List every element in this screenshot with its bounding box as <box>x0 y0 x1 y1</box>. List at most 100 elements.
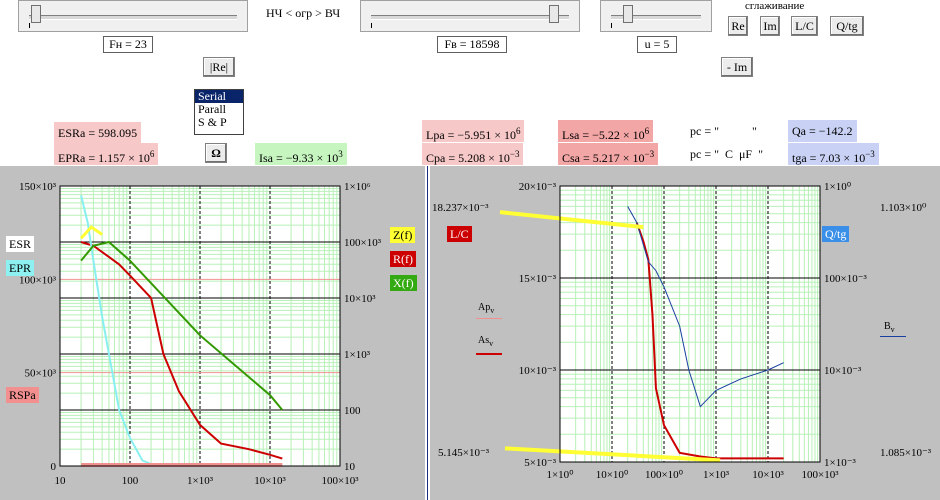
lsa-value: Lsa = −5.22 × 106 <box>558 120 654 142</box>
tga-text: tga = 7.03 × 10 <box>792 151 866 165</box>
csa-text: Csa = 5.217 × 10 <box>562 151 645 165</box>
epra-exp: 6 <box>149 149 155 159</box>
legend-lc: L/C <box>447 226 472 242</box>
csa-exp: −3 <box>644 149 655 159</box>
right-x-tick-label: 1×10³ <box>703 469 730 481</box>
isa-exp: 3 <box>338 149 343 159</box>
legend-asv-line <box>476 353 502 355</box>
legend-bv: Bv <box>884 321 895 334</box>
qa-value: Qa = −142.2 <box>788 120 857 142</box>
u-slider-ticks <box>611 23 701 28</box>
right-x-tick-label: 100×10³ <box>801 469 839 481</box>
fv-slider-ticks <box>371 23 569 28</box>
right-y-tick-label: 10×10⁻³ <box>519 365 557 377</box>
epra-value: EPRa = 1.157 × 106 <box>54 143 159 165</box>
right-plot-area <box>560 186 820 462</box>
lsa-exp: 6 <box>644 126 650 136</box>
csa-value: Csa = 5.217 × 10−3 <box>558 143 659 165</box>
legend-bv-line <box>880 336 906 337</box>
lsa-text: Lsa = −5.22 × 10 <box>562 128 645 142</box>
esra-text: ESRa = 598.095 <box>58 126 138 140</box>
pc-value-1: pc = " " <box>690 124 757 138</box>
legend-rspa: RSPa <box>6 387 39 403</box>
circuit-listbox[interactable]: Serial Parall S & P <box>194 89 244 135</box>
left-y-right-tick-label: 100 <box>344 405 361 417</box>
re-button[interactable]: Re <box>728 16 748 36</box>
fv-slider[interactable] <box>360 0 580 32</box>
left-y-right-tick-label: 1×10³ <box>344 349 371 361</box>
left-y-right-tick-label: 10×10³ <box>344 293 376 305</box>
tga-value: tga = 7.03 × 10−3 <box>788 143 879 165</box>
pc-value-2: pc = " C μF " <box>690 147 764 161</box>
legend-asv: Asv <box>478 335 494 348</box>
circuit-option-sp[interactable]: S & P <box>195 116 243 129</box>
tga-exp: −3 <box>865 149 875 159</box>
right-x-tick-label: 10×10⁰ <box>596 469 629 481</box>
omega-button[interactable]: Ω <box>205 143 227 163</box>
right-y-right-tick-label: 1×10⁰ <box>824 181 852 193</box>
right-y-tick-label: 20×10⁻³ <box>519 181 557 193</box>
chart-divider-line <box>427 166 428 500</box>
legend-zf: Z(f) <box>390 227 416 243</box>
left-x-tick-label: 1×10³ <box>187 475 214 487</box>
u-slider[interactable] <box>600 0 712 32</box>
lc-button[interactable]: L/C <box>791 16 818 36</box>
qtg-button[interactable]: Q/tg <box>830 16 864 36</box>
right-y-right-tick-label: 100×10⁻³ <box>824 273 868 285</box>
right-y-right-tick-label: 10×10⁻³ <box>824 365 862 377</box>
legend-apv-line <box>476 318 502 319</box>
left-y-tick-label: 0 <box>51 461 57 473</box>
left-chart: 10 100 1×10³ 10×10³ 100×10³ 150×10³ 100×10³ 50×… <box>19 181 382 487</box>
legend-epr: EPR <box>6 260 35 276</box>
isa-value: Isa = −9.33 × 103 <box>255 143 347 165</box>
left-x-tick-label: 10 <box>55 475 67 487</box>
anno-18237: 18.237×10⁻³ <box>432 202 489 214</box>
isa-text: Isa = −9.33 × 10 <box>259 151 339 165</box>
fn-slider[interactable] <box>18 0 248 32</box>
left-y-right-tick-label: 1×10⁶ <box>344 181 371 193</box>
anno-1103: 1.103×10⁰ <box>880 202 927 214</box>
right-x-tick-label: 1×10⁰ <box>546 469 574 481</box>
u-slider-thumb[interactable] <box>623 5 633 23</box>
left-x-tick-label: 100 <box>122 475 139 487</box>
epra-text: EPRa = 1.157 × 10 <box>58 151 150 165</box>
right-chart: 1×10⁰ 10×10⁰ 100×10⁰ 1×10³ 10×10³ 100×10³ 20×1… <box>499 181 868 481</box>
lpa-exp: 6 <box>515 126 521 136</box>
legend-esr: ESR <box>6 236 35 252</box>
anno-5145: 5.145×10⁻³ <box>438 447 490 459</box>
cpa-exp: −3 <box>509 149 520 159</box>
fv-value: Fв = 18598 <box>437 36 507 53</box>
left-y-tick-label: 50×10³ <box>24 368 56 380</box>
fn-slider-thumb[interactable] <box>31 5 41 23</box>
right-chart-grid <box>560 185 820 462</box>
cpa-value: Cpa = 5.208 × 10−3 <box>422 143 524 165</box>
fn-slider-track <box>29 15 237 20</box>
abs-re-button[interactable]: |Re| <box>203 57 235 77</box>
qa-text: Qa = −142.2 <box>792 124 853 138</box>
legend-qtg: Q/tg <box>822 226 850 242</box>
cpa-text: Cpa = 5.208 × 10 <box>426 151 510 165</box>
u-value: u = 5 <box>637 36 677 53</box>
range-label: НЧ < огр > ВЧ <box>266 6 341 20</box>
lpa-text: Lpa = −5.951 × 10 <box>426 128 516 142</box>
right-y-tick-label: 5×10⁻³ <box>524 457 557 469</box>
legend-apv: Apv <box>478 302 495 315</box>
im-button[interactable]: Im <box>760 16 780 36</box>
legend-xf: X(f) <box>390 275 417 291</box>
left-y-right-tick-label: 100×10³ <box>344 237 382 249</box>
fv-slider-thumb[interactable] <box>549 5 559 23</box>
esra-value: ESRa = 598.095 <box>54 122 142 144</box>
right-x-tick-label: 10×10³ <box>752 469 784 481</box>
fn-value: Fн = 23 <box>103 36 153 53</box>
lpa-value: Lpa = −5.951 × 106 <box>422 120 525 142</box>
smoothing-label: сглаживание <box>745 0 805 12</box>
neg-im-button[interactable]: - Im <box>721 57 753 77</box>
right-y-tick-label: 15×10⁻³ <box>519 273 557 285</box>
left-y-tick-label: 100×10³ <box>19 274 57 286</box>
legend-rf: R(f) <box>390 251 416 267</box>
right-x-tick-label: 100×10⁰ <box>645 469 684 481</box>
fv-slider-track <box>371 15 569 20</box>
left-y-tick-label: 150×10³ <box>19 181 57 193</box>
left-x-tick-label: 100×10³ <box>321 475 359 487</box>
anno-1085: 1.085×10⁻³ <box>880 447 932 459</box>
